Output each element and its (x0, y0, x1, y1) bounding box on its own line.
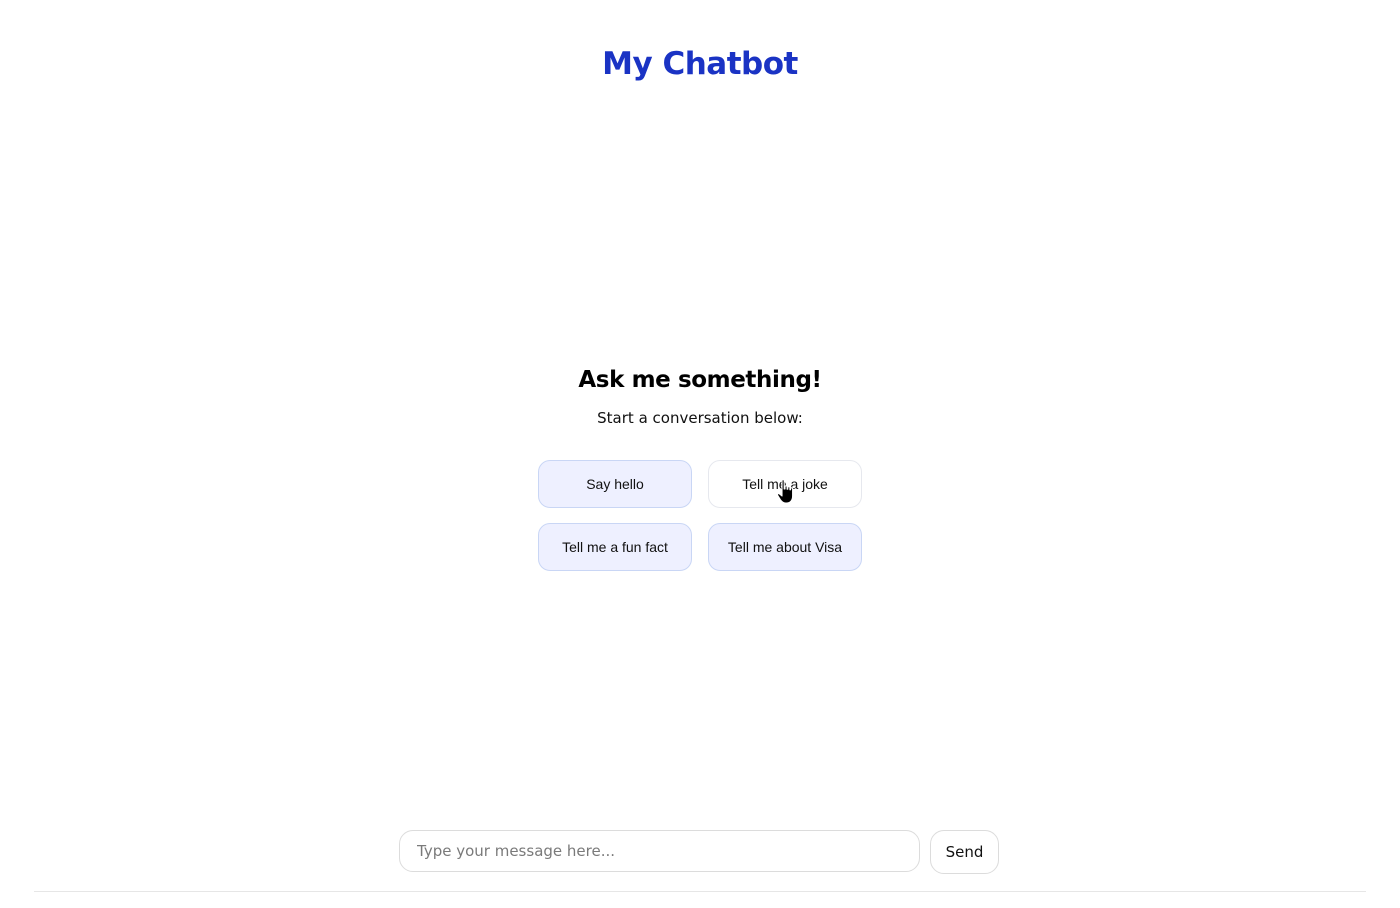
welcome-subheading: Start a conversation below: (597, 409, 803, 427)
suggestion-grid: Say hello Tell me a joke Tell me a fun f… (538, 460, 862, 571)
app-title: My Chatbot (602, 46, 798, 82)
suggestion-about-visa[interactable]: Tell me about Visa (708, 523, 862, 571)
welcome-heading: Ask me something! (578, 367, 822, 393)
message-input[interactable] (399, 830, 920, 872)
message-composer: Send (399, 830, 999, 874)
footer-divider (34, 891, 1366, 892)
suggestion-fun-fact[interactable]: Tell me a fun fact (538, 523, 692, 571)
suggestion-tell-joke[interactable]: Tell me a joke (708, 460, 862, 508)
welcome-panel: Ask me something! Start a conversation b… (0, 364, 1400, 429)
chatbot-app: My Chatbot Ask me something! Start a con… (0, 0, 1400, 908)
suggestion-say-hello[interactable]: Say hello (538, 460, 692, 508)
send-button[interactable]: Send (930, 830, 999, 874)
